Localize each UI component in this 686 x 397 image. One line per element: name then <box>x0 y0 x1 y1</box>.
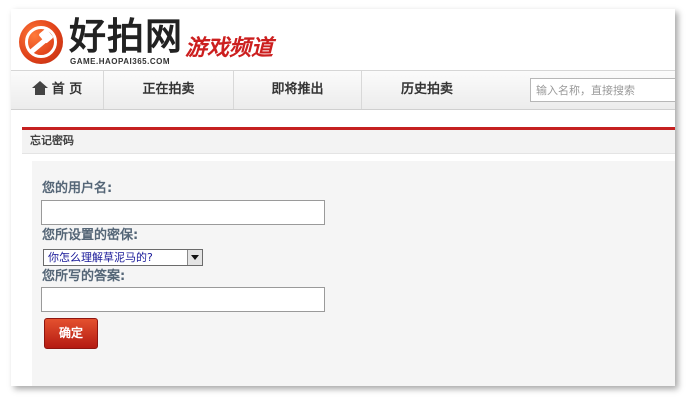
site-logo[interactable]: 好拍网 GAME.HAOPAI365.COM 游戏频道 <box>17 14 317 69</box>
nav-current-auctions-label: 正在拍卖 <box>142 82 195 97</box>
home-icon <box>31 81 48 95</box>
nav-current-auctions[interactable]: 正在拍卖 <box>104 71 234 109</box>
question-label: 您所设置的密保: <box>42 228 139 243</box>
nav-upcoming[interactable]: 即将推出 <box>234 71 362 109</box>
logo-hammer-icon <box>19 20 63 64</box>
search-input[interactable] <box>530 78 675 102</box>
security-question-value: 你怎么理解草泥马的? <box>48 251 153 264</box>
username-label: 您的用户名: <box>42 181 113 196</box>
nav-home[interactable]: 首 页 <box>11 71 104 109</box>
forgot-password-panel: 忘记密码 您的用户名: 您所设置的密保: 你怎么理解草泥马的? 您所写的答案: … <box>22 127 675 386</box>
form-body: 您的用户名: 您所设置的密保: 你怎么理解草泥马的? 您所写的答案: 确定 <box>32 161 675 386</box>
nav-upcoming-label: 即将推出 <box>271 82 324 97</box>
logo-name: 好拍网 <box>69 15 183 58</box>
submit-button[interactable]: 确定 <box>44 318 98 349</box>
dropdown-arrow-icon[interactable] <box>187 250 202 265</box>
logo-domain: GAME.HAOPAI365.COM <box>70 57 170 66</box>
security-question-select[interactable]: 你怎么理解草泥马的? <box>43 249 203 266</box>
main-nav: 首 页 正在拍卖 即将推出 历史拍卖 <box>11 70 675 110</box>
answer-field[interactable] <box>41 287 325 312</box>
panel-title: 忘记密码 <box>22 130 675 154</box>
nav-history-label: 历史拍卖 <box>400 82 453 97</box>
channel-title: 游戏频道 <box>185 36 274 61</box>
browser-page: 好拍网 GAME.HAOPAI365.COM 游戏频道 首 页 正在拍卖 即将推… <box>11 9 675 386</box>
nav-home-label: 首 页 <box>51 82 83 97</box>
nav-history[interactable]: 历史拍卖 <box>362 71 492 109</box>
answer-label: 您所写的答案: <box>42 269 126 284</box>
username-field[interactable] <box>41 200 325 225</box>
